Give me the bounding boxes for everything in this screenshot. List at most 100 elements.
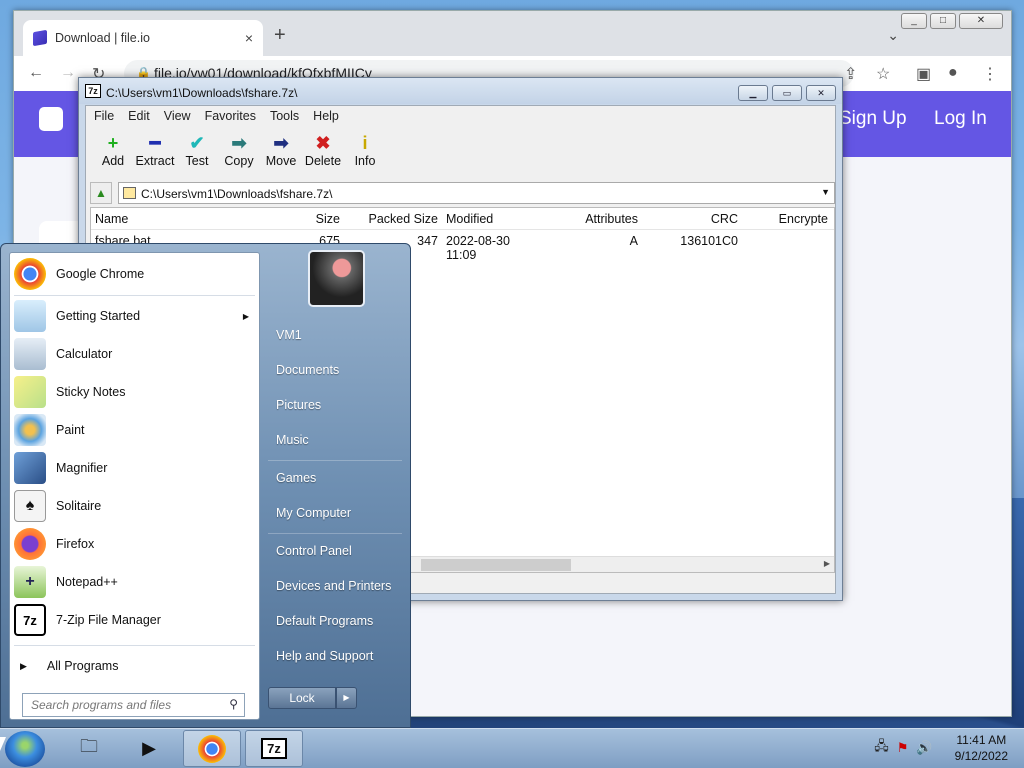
taskbar-explorer-folder-icon[interactable]: 🗀 <box>60 730 118 767</box>
move-label: Move <box>265 154 297 168</box>
col-encrypted[interactable]: Encrypte <box>742 208 832 229</box>
7zip-icon: 7z <box>14 604 46 636</box>
start-item-calculator[interactable]: Calculator <box>10 335 261 373</box>
move-button[interactable]: ➡ Move <box>260 132 302 178</box>
menu-edit[interactable]: Edit <box>128 109 150 126</box>
start-item-getting-started[interactable]: Getting Started ▶ <box>10 297 261 335</box>
profile-avatar-icon[interactable]: ● <box>948 64 958 82</box>
start-right-separator <box>268 460 402 461</box>
start-right-my-computer[interactable]: My Computer <box>276 506 351 520</box>
taskbar-chrome-icon[interactable] <box>183 730 241 767</box>
shutdown-options-arrow-icon[interactable]: ▶ <box>336 687 357 709</box>
test-button[interactable]: ✔ Test <box>176 132 218 178</box>
7zip-app-icon: 7z <box>85 84 101 98</box>
start-search-input[interactable]: Search programs and files ⚲ <box>22 693 245 717</box>
copy-label: Copy <box>224 154 254 168</box>
search-icon[interactable]: ⚲ <box>229 697 238 711</box>
start-right-vm1[interactable]: VM1 <box>276 328 302 342</box>
7zip-close-button[interactable]: ✕ <box>806 85 836 101</box>
start-item-google-chrome[interactable]: Google Chrome <box>10 255 261 293</box>
7zip-address-field[interactable]: C:\Users\vm1\Downloads\fshare.7z\ ▼ <box>118 182 835 204</box>
start-right-pictures[interactable]: Pictures <box>276 398 321 412</box>
magnifier-icon <box>14 452 46 484</box>
clock-date: 9/12/2022 <box>954 749 1008 763</box>
menu-kebab-icon[interactable]: ⋮ <box>982 64 998 84</box>
col-modified[interactable]: Modified <box>442 208 544 229</box>
start-right-control-panel[interactable]: Control Panel <box>276 544 352 558</box>
col-size[interactable]: Size <box>246 208 344 229</box>
7zip-address-text: C:\Users\vm1\Downloads\fshare.7z\ <box>141 187 333 201</box>
start-item-magnifier[interactable]: Magnifier <box>10 449 261 487</box>
close-button[interactable]: ✕ <box>959 13 1003 29</box>
7zip-maximize-button[interactable]: ▭ <box>772 85 802 101</box>
start-item-label: Paint <box>56 423 85 437</box>
user-avatar[interactable] <box>308 250 365 307</box>
taskbar-7zip-icon[interactable]: 7z <box>245 730 303 767</box>
delete-button[interactable]: ✖ Delete <box>302 132 344 178</box>
test-label: Test <box>185 154 209 168</box>
scrollbar-thumb[interactable] <box>421 559 571 571</box>
start-item-firefox[interactable]: Firefox <box>10 525 261 563</box>
col-attributes[interactable]: Attributes <box>544 208 642 229</box>
tab-close-icon[interactable]: × <box>245 30 253 46</box>
start-item-label: Getting Started <box>56 309 141 323</box>
menu-favorites[interactable]: Favorites <box>205 109 256 126</box>
start-orb-button[interactable] <box>5 731 45 767</box>
login-link[interactable]: Log In <box>934 108 987 130</box>
start-programs-pane: Google Chrome Getting Started ▶ Calculat… <box>9 252 260 720</box>
menu-help[interactable]: Help <box>313 109 339 126</box>
lock-button[interactable]: Lock <box>268 687 336 709</box>
file-modified: 2022-08-30 11:09 <box>446 234 510 262</box>
start-right-games[interactable]: Games <box>276 471 316 485</box>
folder-icon <box>123 187 136 199</box>
extract-button[interactable]: ━ Extract <box>134 132 176 178</box>
menu-tools[interactable]: Tools <box>270 109 299 126</box>
start-right-devices-printers[interactable]: Devices and Printers <box>276 579 391 593</box>
start-right-documents[interactable]: Documents <box>276 363 339 377</box>
7zip-minimize-button[interactable]: ▁ <box>738 85 768 101</box>
signup-link[interactable]: Sign Up <box>839 108 907 130</box>
action-center-flag-icon[interactable]: ⚑ <box>897 740 909 756</box>
menu-view[interactable]: View <box>164 109 191 126</box>
start-item-7zip[interactable]: 7z 7-Zip File Manager <box>10 601 261 639</box>
start-item-sticky-notes[interactable]: Sticky Notes <box>10 373 261 411</box>
menu-file[interactable]: File <box>94 109 114 126</box>
forward-arrow-icon[interactable]: → <box>60 64 76 82</box>
address-dropdown-icon[interactable]: ▼ <box>821 187 830 197</box>
side-panel-icon[interactable]: ▣ <box>916 64 931 84</box>
browser-tab[interactable]: Download | file.io × <box>23 20 263 56</box>
7zip-titlebar[interactable]: 7z C:\Users\vm1\Downloads\fshare.7z\ ▁ ▭… <box>79 78 842 104</box>
taskbar-media-player-icon[interactable]: ▶ <box>120 730 178 767</box>
start-right-music[interactable]: Music <box>276 433 309 447</box>
volume-icon[interactable]: 🔊 <box>916 740 932 756</box>
scroll-right-arrow-icon[interactable]: ▶ <box>824 559 830 568</box>
tab-title: Download | file.io <box>55 31 150 45</box>
start-item-notepad-plus-plus[interactable]: + Notepad++ <box>10 563 261 601</box>
share-icon[interactable]: ⇪ <box>844 64 857 84</box>
back-arrow-icon[interactable]: ← <box>28 64 44 82</box>
col-name[interactable]: Name <box>91 208 246 229</box>
folder-up-icon[interactable]: ▲ <box>90 182 112 204</box>
clock[interactable]: 11:41 AM 9/12/2022 <box>955 732 1008 764</box>
start-item-label: Firefox <box>56 537 95 551</box>
7zip-list-header: Name Size Packed Size Modified Attribute… <box>91 208 834 230</box>
col-crc[interactable]: CRC <box>642 208 742 229</box>
col-packed-size[interactable]: Packed Size <box>344 208 442 229</box>
start-right-help-support[interactable]: Help and Support <box>276 649 373 663</box>
minimize-button[interactable]: _ <box>901 13 927 29</box>
bookmark-star-icon[interactable]: ☆ <box>876 64 890 84</box>
file-crc: 136101C0 <box>680 234 738 248</box>
maximize-button[interactable]: □ <box>930 13 956 29</box>
add-button[interactable]: + Add <box>92 132 134 178</box>
site-logo-icon[interactable] <box>39 107 63 131</box>
copy-button[interactable]: ➡ Copy <box>218 132 260 178</box>
start-right-default-programs[interactable]: Default Programs <box>276 614 373 628</box>
start-item-paint[interactable]: Paint <box>10 411 261 449</box>
tab-search-chevron-icon[interactable]: ⌄ <box>887 27 899 44</box>
info-button[interactable]: i Info <box>344 132 386 178</box>
getting-started-icon <box>14 300 46 332</box>
new-tab-button[interactable]: + <box>274 24 286 47</box>
start-item-solitaire[interactable]: ♠ Solitaire <box>10 487 261 525</box>
network-icon[interactable]: 🖧 <box>874 737 889 759</box>
all-programs-button[interactable]: ▶ All Programs <box>10 651 261 681</box>
